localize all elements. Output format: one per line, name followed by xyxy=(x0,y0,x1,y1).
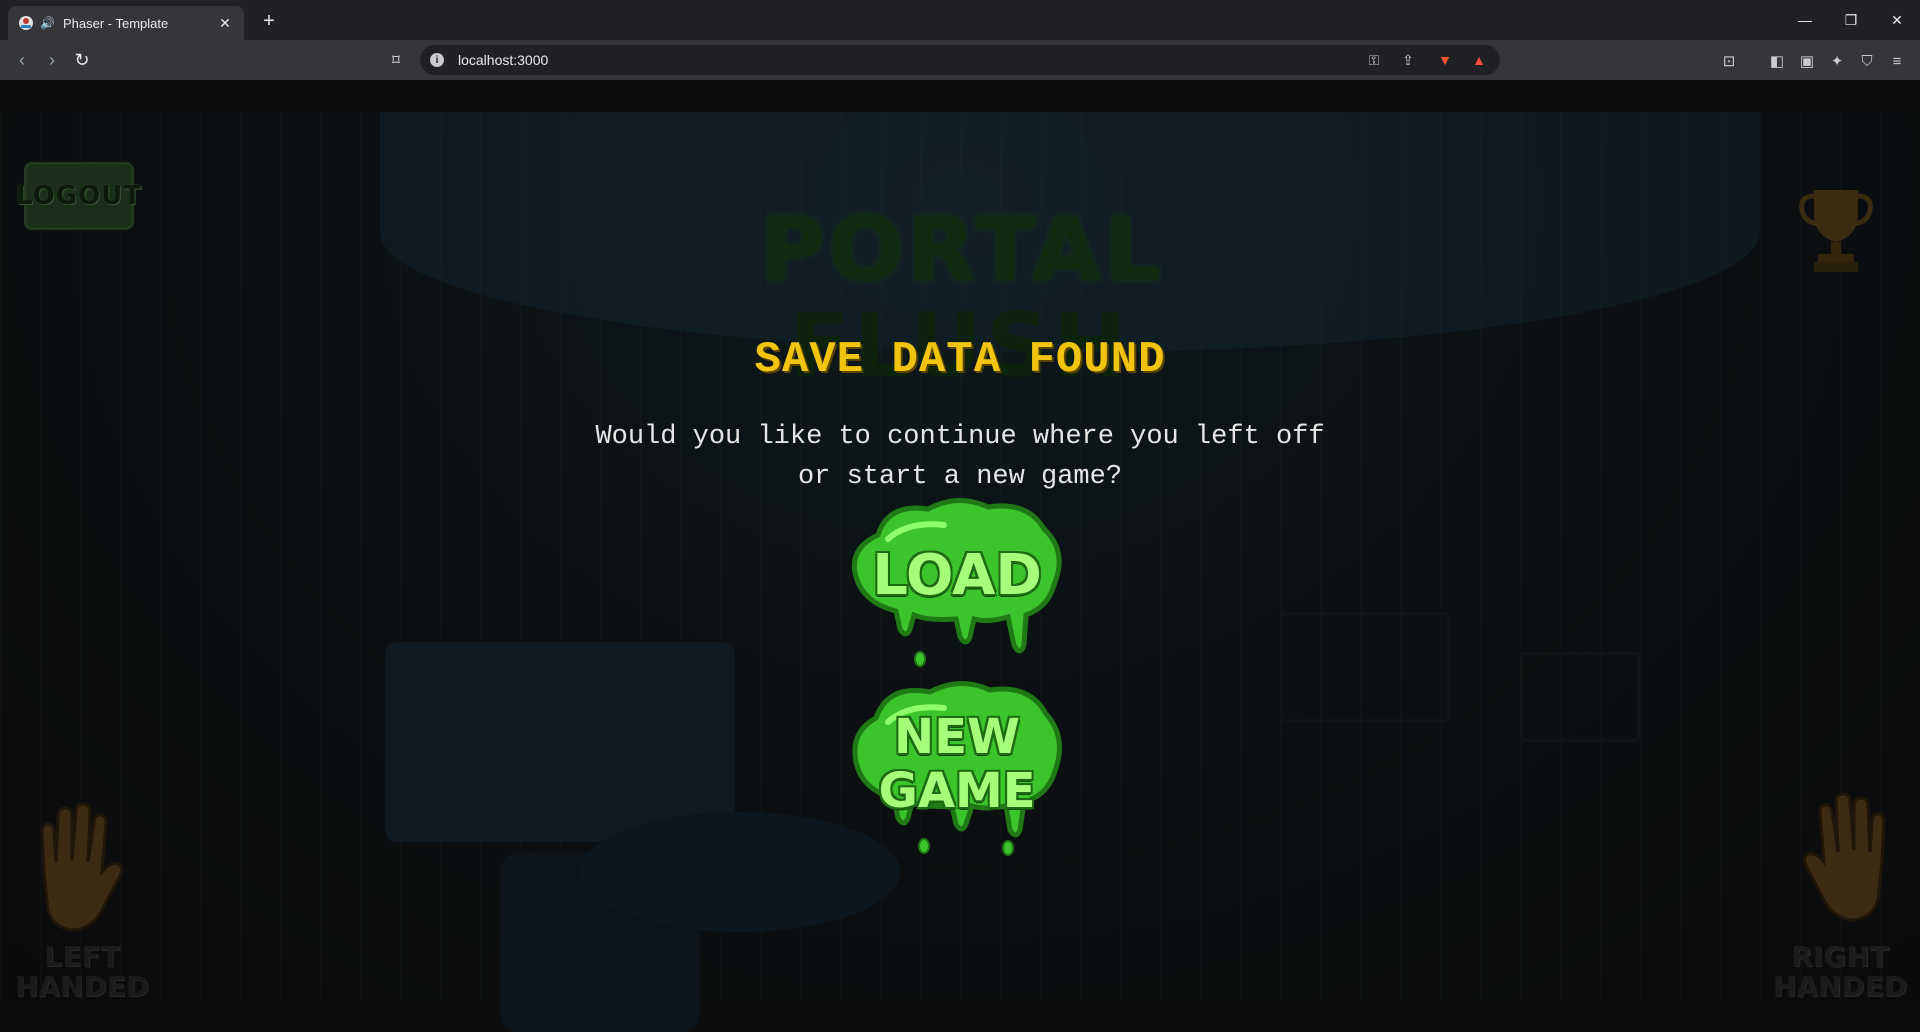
wallet-icon[interactable]: ▣ xyxy=(1796,50,1818,72)
logout-button[interactable]: LOGOUT xyxy=(16,162,141,230)
address-bar[interactable]: i localhost:3000 ⚿ ⇪ ▼ ▲ xyxy=(420,45,1500,75)
browser-toolbar: ‹ › ↻ ⌑ i localhost:3000 ⚿ ⇪ ▼ ▲ 1 ⊡ ◧ ▣… xyxy=(0,40,1920,101)
bookmark-icon[interactable]: ⌑ xyxy=(382,46,410,74)
plus-icon[interactable]: + xyxy=(256,8,282,34)
right-hand-icon[interactable] xyxy=(1792,792,1902,932)
new-game-button[interactable]: NEW GAME xyxy=(848,678,1066,858)
close-icon[interactable]: ✕ xyxy=(216,14,234,32)
hamburger-icon[interactable]: ≡ xyxy=(1886,50,1908,72)
reload-icon[interactable]: ↻ xyxy=(68,46,96,74)
game-logo: PORTAL FLUSH xyxy=(760,198,1165,422)
restore-icon[interactable]: ❐ xyxy=(1828,0,1874,40)
browser-tab[interactable]: 🔊 Phaser - Template ✕ xyxy=(8,6,244,40)
phaser-favicon-icon xyxy=(18,15,34,31)
toilet-tank xyxy=(385,642,735,842)
minimize-icon[interactable]: — xyxy=(1782,0,1828,40)
save-data-prompt: Would you like to continue where you lef… xyxy=(595,422,1325,492)
shield-icon[interactable]: ⛉ xyxy=(1856,50,1878,72)
wall-cabinet xyxy=(1280,612,1450,722)
brave-lion-icon[interactable]: ▼ xyxy=(1435,50,1455,70)
tab-title: Phaser - Template xyxy=(62,15,169,31)
game-canvas[interactable]: PORTAL FLUSH LEFT HANDED RIGHT HANDED LO… xyxy=(0,80,1920,1032)
left-hand-icon[interactable] xyxy=(24,802,134,942)
arrow-right-icon[interactable]: › xyxy=(38,46,66,74)
browser-tab-bar: 🔊 Phaser - Template ✕ + — ❐ ✕ xyxy=(0,0,1920,40)
wall-vent xyxy=(1520,652,1640,742)
trophy-icon[interactable] xyxy=(1796,184,1876,276)
bat-triangle-icon[interactable]: ▲ xyxy=(1469,50,1489,70)
key-icon[interactable]: ⚿ xyxy=(1364,50,1384,70)
info-icon[interactable]: i xyxy=(430,53,444,67)
arrow-left-icon[interactable]: ‹ xyxy=(8,46,36,74)
window-close-icon[interactable]: ✕ xyxy=(1874,0,1920,40)
load-button[interactable]: LOAD xyxy=(848,495,1066,670)
load-label: LOAD xyxy=(872,543,1042,608)
url-text[interactable]: localhost:3000 xyxy=(458,52,548,68)
left-handed-label[interactable]: LEFT HANDED xyxy=(2,942,162,1002)
screenshot-icon[interactable]: ⊡ xyxy=(1718,50,1740,72)
right-handed-label[interactable]: RIGHT HANDED xyxy=(1760,942,1920,1002)
save-data-heading: SAVE DATA FOUND xyxy=(754,335,1166,385)
sparkle-icon[interactable]: ✦ xyxy=(1826,50,1848,72)
speaker-icon[interactable]: 🔊 xyxy=(40,16,55,30)
logo-line-1: PORTAL xyxy=(760,198,1165,301)
share-icon[interactable]: ⇪ xyxy=(1398,50,1418,70)
new-game-label: NEW GAME xyxy=(878,709,1036,819)
sidebar-icon[interactable]: ◧ xyxy=(1766,50,1788,72)
logout-label: LOGOUT xyxy=(15,181,143,211)
